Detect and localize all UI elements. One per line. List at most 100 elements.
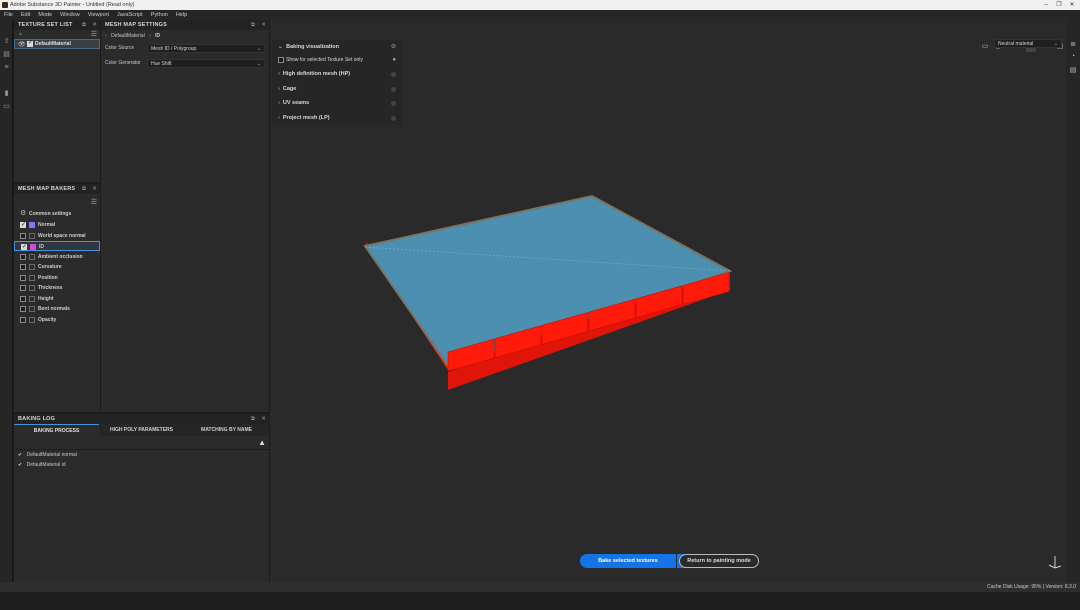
history-icon[interactable]: ≡	[2, 64, 11, 72]
baker-item[interactable]: Bent normals	[14, 304, 100, 314]
color-source-dropdown[interactable]: Mesh ID / Polygroup ⌄	[147, 44, 265, 53]
menu-help[interactable]: Help	[176, 10, 187, 20]
color-generator-label: Color Generator	[105, 60, 141, 66]
settings-icon[interactable]: ◌	[30, 31, 34, 37]
baker-checkbox[interactable]	[20, 264, 26, 270]
close-panel-icon[interactable]: ✕	[261, 22, 266, 28]
cache-value: 95%	[1031, 584, 1042, 590]
texture-set-checkbox[interactable]	[27, 39, 33, 47]
float-panel-icon[interactable]: ⧉	[82, 22, 86, 28]
baker-item[interactable]: ID	[14, 241, 100, 252]
sliders-icon[interactable]: ≣	[1068, 40, 1078, 50]
close-panel-icon[interactable]: ✕	[261, 416, 266, 422]
baker-item[interactable]: Ambient occlusion	[14, 252, 100, 262]
visualization-section[interactable]: › High definition mesh (HP)	[278, 69, 350, 79]
close-window-button[interactable]: ✕	[1066, 0, 1078, 10]
section-toggle-icon[interactable]	[391, 101, 396, 106]
baker-checkbox[interactable]	[20, 295, 26, 302]
tab-matching-by-name[interactable]: MATCHING BY NAME	[184, 424, 269, 436]
document-icon[interactable]: ▮	[2, 90, 11, 98]
gear-icon: ⚙	[20, 210, 27, 217]
visualization-section[interactable]: › UV seams	[278, 98, 309, 108]
baker-checkbox[interactable]	[20, 220, 26, 230]
display-icon[interactable]: ▤	[1068, 66, 1078, 76]
menu-file[interactable]: File	[4, 10, 13, 20]
baker-checkbox[interactable]	[20, 306, 26, 312]
menu-icon[interactable]: ☰	[91, 30, 97, 38]
baking-visualization-title: Baking visualization	[286, 44, 340, 50]
baker-item[interactable]: Curvature	[14, 262, 100, 272]
menu-edit[interactable]: Edit	[21, 10, 30, 20]
eye-off-icon[interactable]: ⊘	[391, 43, 396, 50]
link-icon[interactable]: ⚭	[18, 31, 23, 38]
color-source-label: Color Source	[105, 45, 135, 51]
show-selected-checkbox[interactable]	[278, 57, 284, 63]
log-entry-text: DefaultMaterial normal	[26, 452, 77, 458]
menu-window[interactable]: Window	[60, 10, 80, 20]
texture-set-item[interactable]: 👁 DefaultMaterial	[14, 39, 100, 49]
shader-icon[interactable]: ◔	[1068, 53, 1078, 63]
maximize-button[interactable]: ❐	[1053, 0, 1065, 10]
baking-visualization-header[interactable]: ⌄ Baking visualization	[278, 42, 339, 52]
baking-log-panel: BAKING LOG ⧉ ✕ BAKING PROCESS HIGH POLY P…	[14, 414, 269, 585]
info-icon[interactable]: ●	[392, 57, 396, 63]
breadcrumb-map[interactable]: ID	[155, 33, 160, 39]
texture-set-toolbar: ⚭ ◌ ☰	[14, 30, 100, 39]
common-settings-label: Common settings	[29, 211, 72, 217]
float-panel-icon[interactable]: ⧉	[251, 22, 255, 28]
baker-item[interactable]: Position	[14, 273, 100, 283]
menu-viewport[interactable]: Viewport	[88, 10, 109, 20]
baker-checkbox[interactable]	[20, 274, 26, 281]
tab-high-poly-parameters[interactable]: HIGH POLY PARAMETERS	[99, 424, 184, 436]
panel-title: MESH MAP BAKERS	[18, 186, 76, 192]
baker-item[interactable]: Thickness	[14, 283, 100, 293]
return-to-painting-button[interactable]: Return to painting mode	[679, 554, 759, 568]
section-toggle-icon[interactable]	[391, 72, 396, 77]
menu-mode[interactable]: Mode	[38, 10, 52, 20]
tab-baking-process[interactable]: BAKING PROCESS	[14, 424, 99, 436]
baker-checkbox[interactable]	[20, 253, 26, 260]
baker-item[interactable]: Height	[14, 294, 100, 304]
menu-icon[interactable]: ☰	[91, 198, 97, 206]
export-icon[interactable]: ⇪	[2, 38, 11, 46]
baker-item[interactable]: World space normal	[14, 231, 100, 241]
baker-checkbox[interactable]	[21, 242, 27, 252]
close-panel-icon[interactable]: ✕	[92, 22, 97, 28]
material-dropdown[interactable]: Neutral material ⌄	[994, 39, 1062, 48]
bake-icon[interactable]: ▭	[2, 103, 11, 111]
camera-frame-icon[interactable]: ▭	[980, 42, 990, 52]
warning-triangle-icon[interactable]: ▲	[258, 438, 266, 447]
layers-icon[interactable]: ▤	[2, 51, 11, 59]
menu-javascript[interactable]: JavaScript	[117, 10, 143, 20]
map-type-icon	[29, 264, 35, 270]
material-dropdown-value: Neutral material	[998, 41, 1034, 47]
section-label: Project mesh (LP)	[282, 114, 330, 121]
baker-checkbox[interactable]	[20, 316, 26, 323]
visualization-section[interactable]: › Project mesh (LP)	[278, 113, 330, 123]
breadcrumb-texture-set[interactable]: DefaultMaterial	[111, 33, 145, 39]
visibility-eye-icon[interactable]: 👁	[18, 41, 26, 48]
common-settings-row[interactable]: ⚙ Common settings	[14, 209, 100, 219]
section-toggle-icon[interactable]	[391, 86, 396, 92]
visualization-section[interactable]: › Cage	[278, 84, 296, 94]
baker-checkbox[interactable]	[20, 285, 26, 291]
close-panel-icon[interactable]: ✕	[92, 186, 97, 192]
show-selected-row[interactable]: Show for selected Texture Set only	[278, 55, 363, 65]
baker-item[interactable]: Normal	[14, 220, 100, 230]
panel-title: MESH MAP SETTINGS	[105, 22, 167, 28]
color-generator-dropdown[interactable]: Hue Shift ⌄	[147, 59, 265, 68]
log-entry: ✔ DefaultMaterial id	[14, 460, 269, 470]
chevron-right-icon: ›	[105, 33, 107, 39]
menu-python[interactable]: Python	[151, 10, 168, 20]
bake-selected-textures-button[interactable]: Bake selected textures	[580, 554, 676, 568]
color-source-row: Color Source Mesh ID / Polygroup ⌄	[101, 42, 269, 57]
map-type-icon	[29, 295, 35, 302]
check-icon: ✔	[18, 462, 23, 468]
texture-set-label: DefaultMaterial	[35, 41, 71, 47]
minimize-button[interactable]: –	[1040, 0, 1052, 10]
float-panel-icon[interactable]: ⧉	[251, 416, 255, 422]
section-toggle-icon[interactable]	[391, 115, 396, 121]
baker-item[interactable]: Opacity	[14, 315, 100, 325]
baker-checkbox[interactable]	[20, 232, 26, 239]
float-panel-icon[interactable]: ⧉	[82, 186, 86, 192]
